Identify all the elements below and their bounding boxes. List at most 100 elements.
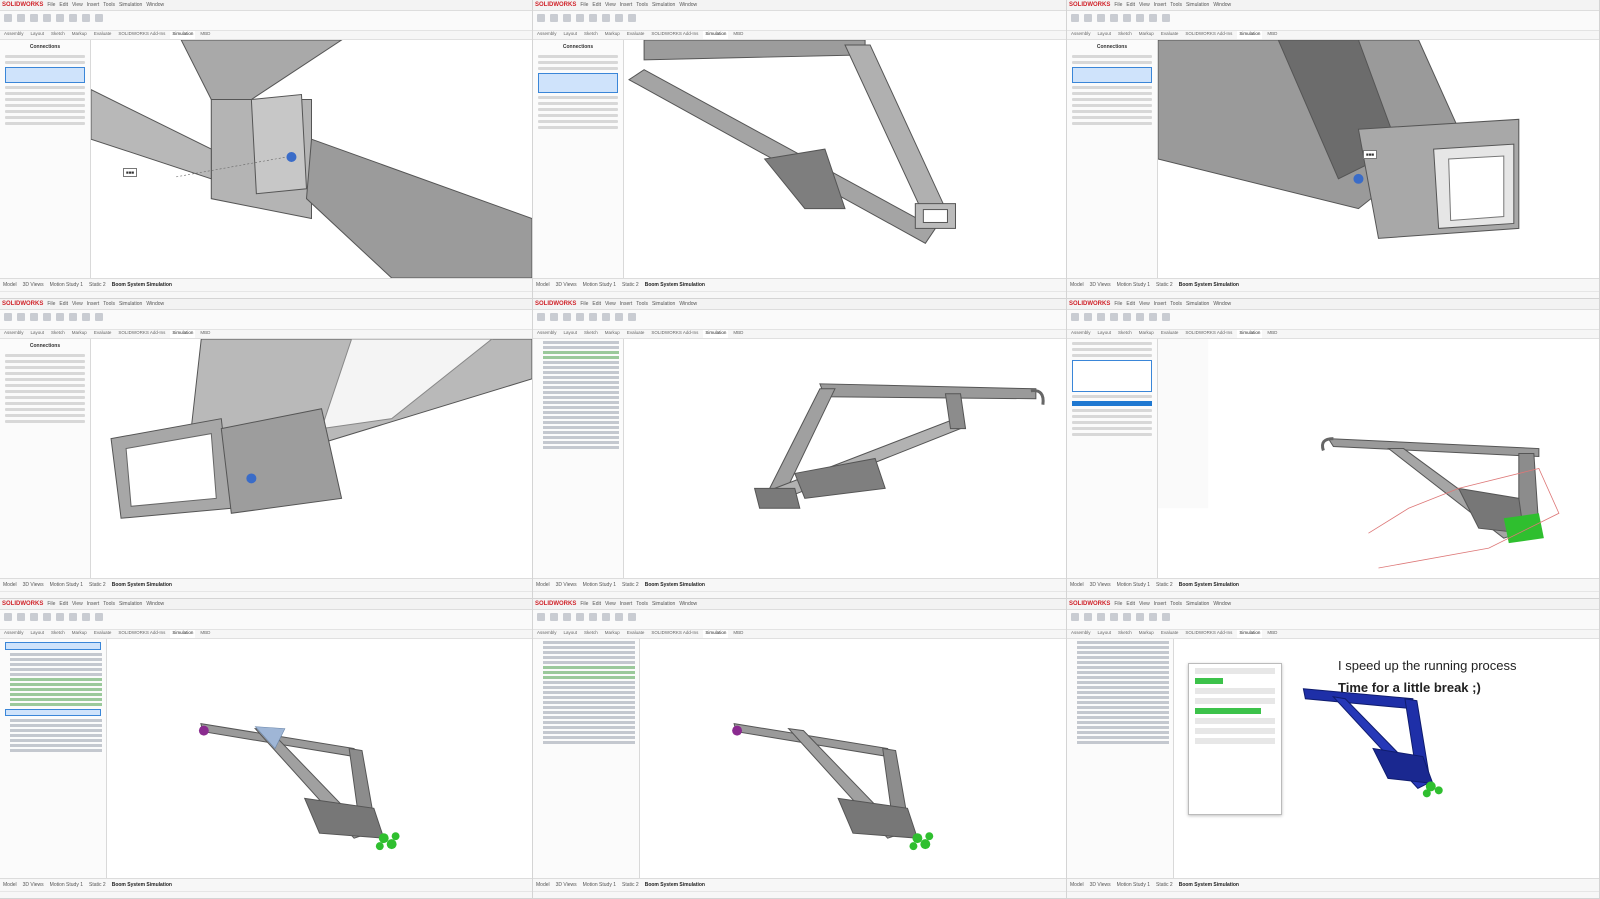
tab-model[interactable]: Model [1070, 282, 1084, 288]
tab-3d-views[interactable]: 3D Views [23, 582, 44, 588]
tree-item[interactable] [543, 341, 619, 344]
tab-markup[interactable]: Markup [70, 330, 89, 338]
menu-file[interactable]: File [1114, 301, 1122, 307]
tab-3d-views[interactable]: 3D Views [556, 582, 577, 588]
tab-mbd[interactable]: MBD [1265, 630, 1279, 638]
menu-file[interactable]: File [47, 2, 55, 8]
tree-item[interactable] [1077, 741, 1169, 744]
tree-item[interactable] [1077, 721, 1169, 724]
tab-mbd[interactable]: MBD [731, 31, 745, 39]
tree-item[interactable] [543, 436, 619, 439]
tab-evaluate[interactable]: Evaluate [1159, 330, 1181, 338]
tab-evaluate[interactable]: Evaluate [92, 330, 114, 338]
tool-icon[interactable] [550, 613, 558, 621]
graphics-area[interactable]: ■■■ [1158, 40, 1599, 278]
menu-edit[interactable]: Edit [592, 2, 601, 8]
tree-item[interactable] [10, 653, 102, 656]
tab-model[interactable]: Model [3, 882, 17, 888]
tab-assembly[interactable]: Assembly [535, 330, 559, 338]
tab-markup[interactable]: Markup [70, 630, 89, 638]
tree-item[interactable] [10, 739, 102, 742]
tab-static-2[interactable]: Static 2 [89, 882, 106, 888]
tab-addins[interactable]: SOLIDWORKS Add-Ins [116, 330, 167, 338]
tool-icon[interactable] [602, 313, 610, 321]
tool-icon[interactable] [4, 14, 12, 22]
tab-motion-study[interactable]: Motion Study 1 [1117, 882, 1150, 888]
tool-icon[interactable] [30, 313, 38, 321]
tab-3d-views[interactable]: 3D Views [556, 282, 577, 288]
menu-tools[interactable]: Tools [103, 301, 115, 307]
tree-item[interactable] [10, 749, 102, 752]
menu-file[interactable]: File [47, 301, 55, 307]
tree-item[interactable] [1077, 701, 1169, 704]
tab-boom-simulation[interactable]: Boom System Simulation [1179, 582, 1239, 588]
tab-sketch[interactable]: Sketch [1116, 330, 1134, 338]
tree-item[interactable] [543, 706, 635, 709]
menu-simulation[interactable]: Simulation [652, 601, 675, 607]
tree-item[interactable] [543, 371, 619, 374]
tree-item[interactable] [543, 686, 635, 689]
tool-icon[interactable] [95, 313, 103, 321]
tab-static-2[interactable]: Static 2 [622, 582, 639, 588]
tab-layout[interactable]: Layout [1096, 31, 1114, 39]
tab-model[interactable]: Model [536, 582, 550, 588]
tool-icon[interactable] [1162, 14, 1170, 22]
tab-model[interactable]: Model [1070, 882, 1084, 888]
menu-insert[interactable]: Insert [1154, 2, 1167, 8]
tree-item[interactable] [10, 734, 102, 737]
tree-item[interactable] [543, 356, 619, 359]
tab-simulation[interactable]: Simulation [703, 630, 729, 638]
tree-item[interactable] [543, 416, 619, 419]
tab-motion-study[interactable]: Motion Study 1 [1117, 582, 1150, 588]
tab-simulation[interactable]: Simulation [703, 31, 729, 39]
menu-insert[interactable]: Insert [620, 2, 633, 8]
tree-item[interactable] [543, 651, 635, 654]
menu-file[interactable]: File [580, 301, 588, 307]
tree-item[interactable] [10, 673, 102, 676]
menu-simulation[interactable]: Simulation [119, 2, 142, 8]
tab-motion-study[interactable]: Motion Study 1 [583, 882, 616, 888]
tree-item[interactable] [543, 351, 619, 354]
tree-item[interactable] [543, 691, 635, 694]
graphics-area[interactable] [107, 639, 532, 878]
tool-icon[interactable] [1123, 14, 1131, 22]
tab-layout[interactable]: Layout [29, 330, 47, 338]
menu-file[interactable]: File [580, 2, 588, 8]
selection-box[interactable] [5, 67, 85, 83]
graphics-area[interactable] [624, 339, 1066, 578]
menu-view[interactable]: View [1139, 2, 1150, 8]
menu-file[interactable]: File [580, 601, 588, 607]
tree-item[interactable] [1077, 671, 1169, 674]
menu-view[interactable]: View [605, 301, 616, 307]
menu-simulation[interactable]: Simulation [119, 301, 142, 307]
menu-tools[interactable]: Tools [636, 2, 648, 8]
tree-item[interactable] [1077, 686, 1169, 689]
selected-option[interactable] [1072, 401, 1152, 406]
tab-static-2[interactable]: Static 2 [622, 882, 639, 888]
tool-icon[interactable] [1123, 313, 1131, 321]
menu-view[interactable]: View [605, 2, 616, 8]
tree-item[interactable] [543, 676, 635, 679]
tab-mbd[interactable]: MBD [198, 330, 212, 338]
tree-item[interactable] [543, 411, 619, 414]
tool-icon[interactable] [30, 14, 38, 22]
tab-boom-simulation[interactable]: Boom System Simulation [112, 582, 172, 588]
tab-model[interactable]: Model [1070, 582, 1084, 588]
tab-addins[interactable]: SOLIDWORKS Add-Ins [1183, 630, 1234, 638]
tree-item[interactable] [10, 703, 102, 706]
tree-item[interactable] [1077, 696, 1169, 699]
tree-item[interactable] [10, 719, 102, 722]
tab-static-2[interactable]: Static 2 [89, 282, 106, 288]
tree-item[interactable] [543, 421, 619, 424]
tool-icon[interactable] [1149, 14, 1157, 22]
graphics-area[interactable]: ■■■ [91, 40, 532, 278]
tab-layout[interactable]: Layout [29, 31, 47, 39]
tree-item[interactable] [543, 381, 619, 384]
tree-item[interactable] [543, 401, 619, 404]
tool-icon[interactable] [82, 313, 90, 321]
tab-sketch[interactable]: Sketch [1116, 630, 1134, 638]
tab-evaluate[interactable]: Evaluate [1159, 31, 1181, 39]
menu-window[interactable]: Window [146, 301, 164, 307]
tool-icon[interactable] [82, 613, 90, 621]
menu-insert[interactable]: Insert [620, 601, 633, 607]
